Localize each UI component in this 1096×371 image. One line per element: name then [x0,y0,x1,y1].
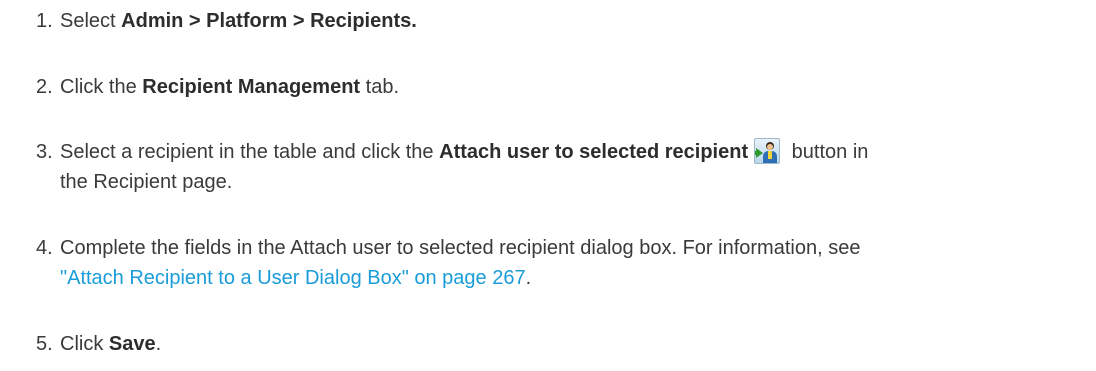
tab-name: Recipient Management [142,76,361,98]
step-text-plain: . [155,333,162,355]
step-number: 3. [36,141,53,163]
cross-reference-link[interactable]: "Attach Recipient to a User Dialog Box" … [60,267,526,289]
step-number: 4. [36,237,53,259]
button-name: Attach user to selected recipient [439,141,749,163]
step-text-plain: Click the [60,76,143,98]
step-text: Select Admin > Platform > Recipients. [60,6,417,36]
step-text-plain: tab. [360,76,399,98]
attach-user-icon [754,138,781,164]
step-number: 1. [36,10,53,32]
button-name: Save [108,333,156,355]
step-text-plain: Click [60,333,109,355]
step-text: Select a recipient in the table and clic… [60,137,868,167]
step-text-continuation: "Attach Recipient to a User Dialog Box" … [60,263,531,293]
step-text-continuation: the Recipient page. [60,171,233,193]
step-number: 5. [36,333,53,355]
step-number: 2. [36,76,53,98]
step-text-plain: Select a recipient in the table and clic… [60,141,440,163]
menu-path: Admin > Platform > Recipients. [121,10,417,32]
procedure-steps: 1. Select Admin > Platform > Recipients.… [0,0,1096,371]
step-text: Click the Recipient Management tab. [60,72,399,102]
step-text: Complete the fields in the Attach user t… [60,237,861,259]
step-text-plain: button in [786,141,869,163]
step-text: Click Save. [60,329,161,359]
step-text-plain: . [525,267,532,289]
step-text-plain: Select [60,10,122,32]
